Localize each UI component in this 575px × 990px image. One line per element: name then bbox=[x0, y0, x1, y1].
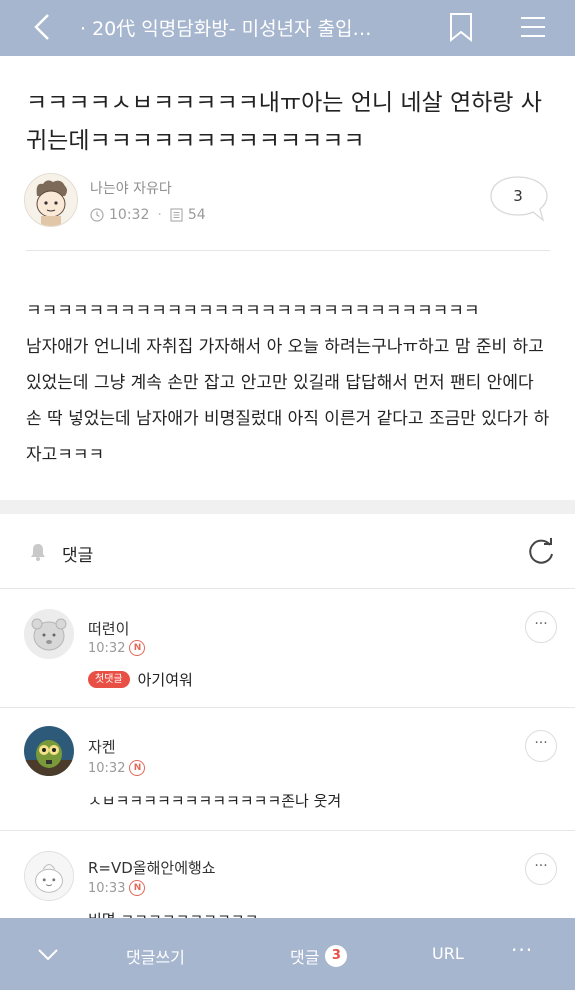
comment-more-button[interactable]: ··· bbox=[525, 853, 557, 885]
write-comment-button[interactable]: 댓글쓰기 bbox=[126, 944, 185, 968]
comment-time: 10:32 N bbox=[88, 760, 146, 776]
comment-body: 비명 ㅋㅋㅋㅋㅋㅋㅋㅋㅋㅋ bbox=[88, 909, 258, 918]
author-name[interactable]: 나는야 자유다 bbox=[90, 178, 172, 198]
post-body: ㅋㅋㅋㅋㅋㅋㅋㅋㅋㅋㅋㅋㅋㅋㅋㅋㅋㅋㅋㅋㅋㅋㅋㅋㅋㅋㅋㅋㅋ 남자애가 언니네 자… bbox=[26, 293, 554, 473]
comment-item: 자켄 10:32 N ㅅㅂㅋㅋㅋㅋㅋㅋㅋㅋㅋㅋㅋㅋ존나 웃겨 ··· bbox=[0, 708, 575, 830]
comment-body: ㅅㅂㅋㅋㅋㅋㅋㅋㅋㅋㅋㅋㅋㅋ존나 웃겨 bbox=[88, 792, 342, 810]
comments-button-label: 댓글 bbox=[290, 948, 320, 967]
url-button[interactable]: URL bbox=[432, 944, 464, 963]
comments-count-badge: 3 bbox=[325, 945, 348, 967]
comment-text: 첫댓글 아기여워 bbox=[88, 669, 193, 690]
commenter-avatar[interactable] bbox=[24, 851, 74, 901]
comment-count-bubble[interactable]: 3 bbox=[488, 174, 550, 224]
first-comment-badge: 첫댓글 bbox=[88, 671, 130, 688]
comments-label: 댓글 bbox=[62, 546, 94, 566]
section-gap bbox=[0, 500, 575, 514]
comment-time: 10:32 N bbox=[88, 640, 146, 656]
refresh-icon[interactable] bbox=[525, 536, 557, 568]
new-badge: N bbox=[129, 760, 146, 776]
views-icon bbox=[170, 208, 183, 222]
commenter-name[interactable]: 자켄 bbox=[88, 736, 116, 757]
commenter-name[interactable]: 떠련이 bbox=[88, 618, 129, 639]
post-views: 54 bbox=[187, 207, 206, 223]
post-time: 10:32 bbox=[109, 207, 150, 223]
meta-separator: · bbox=[157, 207, 162, 223]
new-badge: N bbox=[129, 640, 146, 656]
back-chevron-icon[interactable] bbox=[28, 12, 58, 42]
post-body-line: ㅋㅋㅋㅋㅋㅋㅋㅋㅋㅋㅋㅋㅋㅋㅋㅋㅋㅋㅋㅋㅋㅋㅋㅋㅋㅋㅋㅋㅋ bbox=[26, 301, 480, 321]
more-options-button[interactable]: ··· bbox=[511, 938, 533, 962]
bookmark-icon[interactable] bbox=[448, 12, 474, 42]
comment-time-text: 10:32 bbox=[88, 640, 126, 656]
comments-header: 댓글 bbox=[0, 514, 575, 588]
comment-time-text: 10:33 bbox=[88, 880, 126, 896]
chevron-down-icon[interactable] bbox=[36, 944, 60, 964]
author-avatar[interactable] bbox=[24, 173, 78, 227]
hamburger-menu-icon[interactable] bbox=[519, 14, 547, 40]
commenter-name[interactable]: R=VD올해안에행쇼 bbox=[88, 857, 216, 878]
post-body-line: 남자애가 언니네 자취집 가자해서 아 오늘 하려는구나ㅠ하고 맘 준비 하고 … bbox=[26, 337, 550, 465]
commenter-avatar[interactable] bbox=[24, 726, 74, 776]
clock-icon bbox=[90, 208, 104, 222]
comment-time: 10:33 N bbox=[88, 880, 146, 896]
comment-text: 비명 ㅋㅋㅋㅋㅋㅋㅋㅋㅋㅋ bbox=[88, 909, 258, 918]
post-meta: 10:32 · 54 bbox=[90, 207, 206, 223]
comment-count: 3 bbox=[513, 187, 523, 205]
bell-icon[interactable] bbox=[28, 542, 48, 562]
commenter-avatar[interactable] bbox=[24, 609, 74, 659]
post-title: ㅋㅋㅋㅋㅅㅂㅋㅋㅋㅋㅋ내ㅠ아는 언니 네살 연하랑 사귀는데ㅋㅋㅋㅋㅋㅋㅋㅋㅋㅋ… bbox=[26, 90, 542, 154]
board-title: · 20代 익명담화방- 미성년자 출입… bbox=[80, 18, 372, 40]
comment-body: 아기여워 bbox=[137, 671, 193, 689]
comment-item: 떠련이 10:32 N 첫댓글 아기여워 ··· bbox=[0, 589, 575, 707]
new-badge: N bbox=[129, 880, 146, 896]
comments-button[interactable]: 댓글 3 bbox=[290, 944, 348, 968]
header-divider bbox=[26, 250, 550, 251]
comment-more-button[interactable]: ··· bbox=[525, 611, 557, 643]
bottom-action-bar: 댓글쓰기 댓글 3 URL ··· bbox=[0, 918, 575, 990]
comment-text: ㅅㅂㅋㅋㅋㅋㅋㅋㅋㅋㅋㅋㅋㅋ존나 웃겨 bbox=[88, 790, 341, 811]
comment-time-text: 10:32 bbox=[88, 760, 126, 776]
comment-more-button[interactable]: ··· bbox=[525, 730, 557, 762]
top-nav-bar: · 20代 익명담화방- 미성년자 출입… bbox=[0, 0, 575, 56]
comment-item: R=VD올해안에행쇼 10:33 N 비명 ㅋㅋㅋㅋㅋㅋㅋㅋㅋㅋ ··· bbox=[0, 831, 575, 918]
